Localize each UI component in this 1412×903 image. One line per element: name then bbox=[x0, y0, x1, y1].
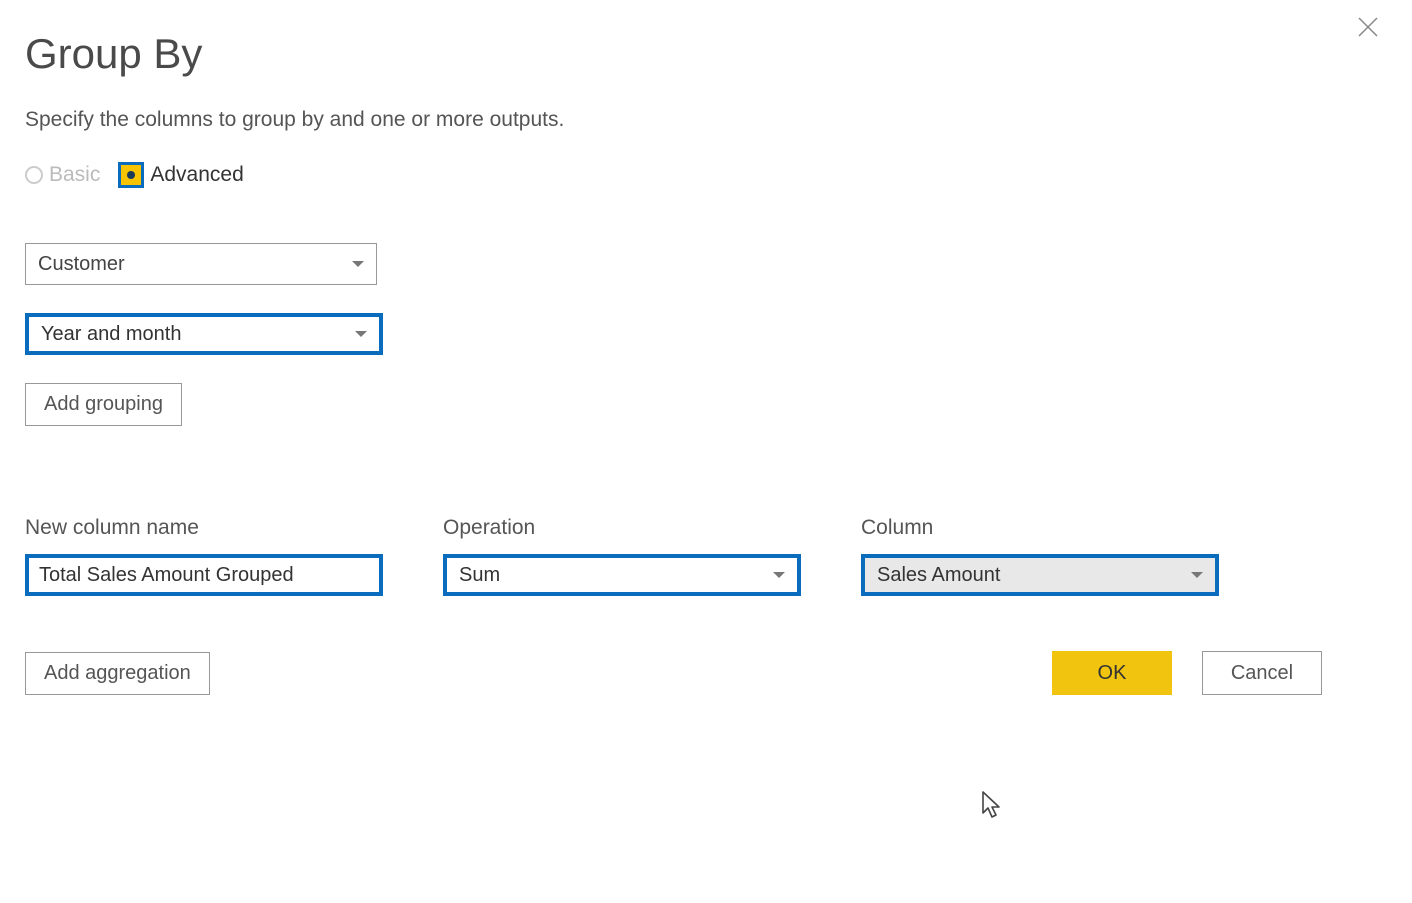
aggregation-row: Sum Sales Amount bbox=[25, 554, 1387, 624]
radio-off-icon bbox=[25, 166, 43, 184]
new-column-header: New column name bbox=[25, 516, 383, 540]
column-value: Sales Amount bbox=[877, 564, 1000, 587]
radio-advanced-label: Advanced bbox=[150, 163, 243, 187]
chevron-down-icon bbox=[1191, 572, 1203, 578]
dialog-footer: OK Cancel bbox=[1052, 651, 1322, 695]
radio-basic[interactable]: Basic bbox=[25, 163, 100, 187]
add-aggregation-button[interactable]: Add aggregation bbox=[25, 652, 210, 695]
add-grouping-button[interactable]: Add grouping bbox=[25, 383, 182, 426]
dialog-subtitle: Specify the columns to group by and one … bbox=[25, 108, 1387, 132]
chevron-down-icon bbox=[352, 261, 364, 267]
grouping-dropdown-0[interactable]: Customer bbox=[25, 243, 377, 285]
chevron-down-icon bbox=[355, 331, 367, 337]
new-column-name-input[interactable] bbox=[25, 554, 383, 596]
cursor-icon bbox=[980, 790, 1004, 825]
radio-basic-label: Basic bbox=[49, 163, 100, 187]
chevron-down-icon bbox=[773, 572, 785, 578]
grouping-value: Year and month bbox=[41, 323, 181, 346]
group-by-dialog: Group By Specify the columns to group by… bbox=[0, 0, 1412, 725]
operation-dropdown[interactable]: Sum bbox=[443, 554, 801, 596]
operation-value: Sum bbox=[459, 564, 500, 587]
close-icon bbox=[1357, 16, 1379, 43]
operation-header: Operation bbox=[443, 516, 801, 540]
close-button[interactable] bbox=[1354, 15, 1382, 43]
dialog-title: Group By bbox=[25, 30, 1387, 78]
column-header: Column bbox=[861, 516, 1219, 540]
radio-advanced[interactable]: Advanced bbox=[118, 162, 243, 188]
mode-radio-group: Basic Advanced bbox=[25, 162, 1387, 188]
cancel-button[interactable]: Cancel bbox=[1202, 651, 1322, 695]
aggregation-header-row: New column name Operation Column bbox=[25, 516, 1387, 540]
groupings-section: Customer Year and month Add grouping bbox=[25, 243, 1387, 426]
ok-button[interactable]: OK bbox=[1052, 651, 1172, 695]
grouping-value: Customer bbox=[38, 253, 125, 276]
column-dropdown[interactable]: Sales Amount bbox=[861, 554, 1219, 596]
radio-on-icon bbox=[118, 162, 144, 188]
grouping-dropdown-1[interactable]: Year and month bbox=[25, 313, 383, 355]
